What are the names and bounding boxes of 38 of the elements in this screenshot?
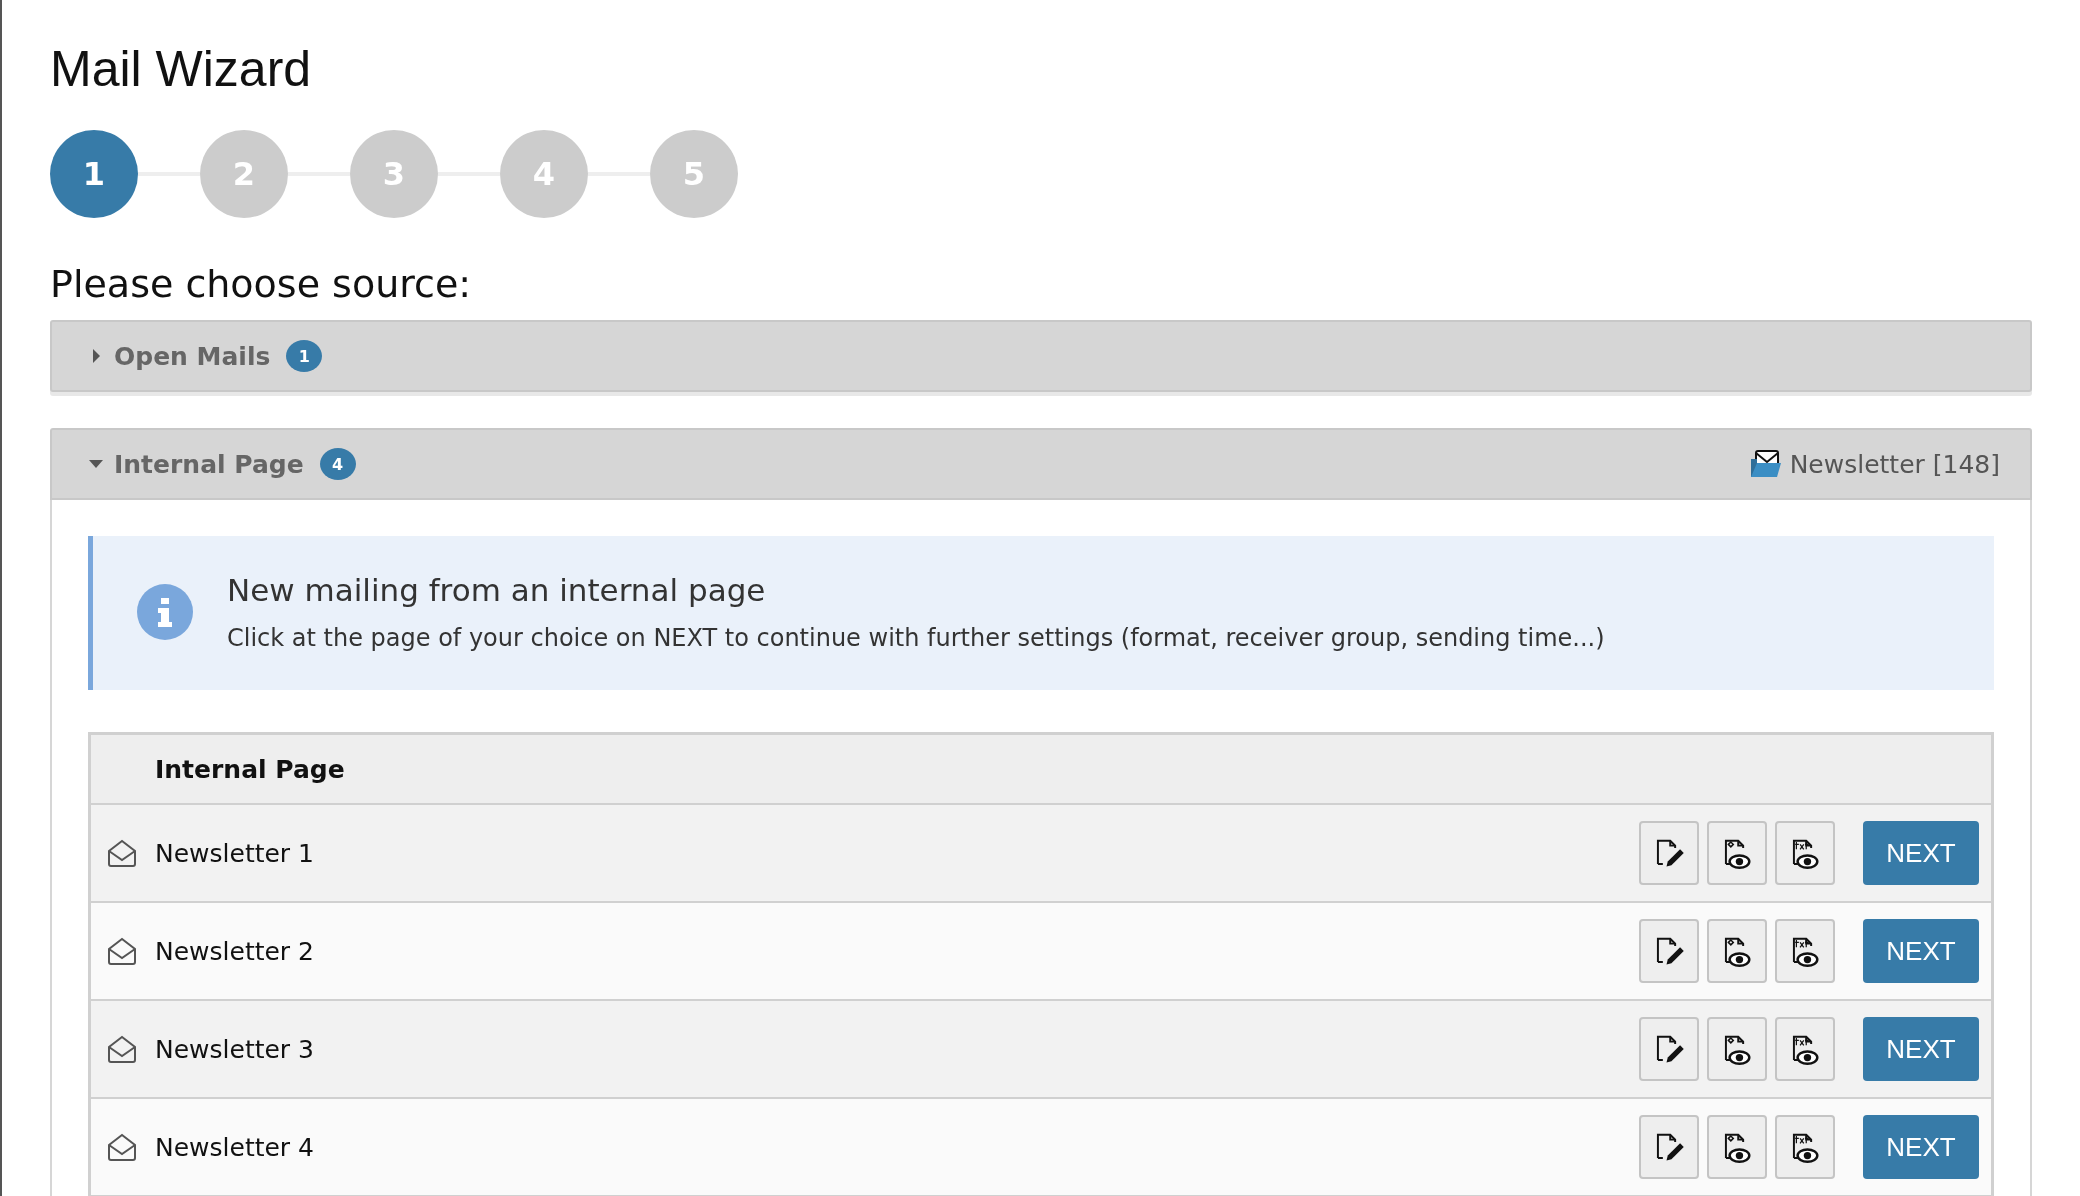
count-badge: 1 [286, 340, 323, 372]
preview-button[interactable] [1707, 919, 1767, 983]
preview-button[interactable] [1707, 1017, 1767, 1081]
page-title: Mail Wizard [50, 40, 313, 98]
section-title: Open Mails [114, 341, 271, 371]
edit-button[interactable] [1639, 919, 1699, 983]
column-header: Internal Page [91, 735, 1991, 805]
step-circle[interactable]: 1 [50, 130, 138, 218]
info-heading: New mailing from an internal page [227, 572, 767, 608]
envelope-icon [107, 937, 137, 965]
envelope-icon [107, 1133, 137, 1161]
text-preview-button[interactable] [1775, 1115, 1835, 1179]
preview-button[interactable] [1707, 1115, 1767, 1179]
next-button[interactable]: NEXT [1863, 1115, 1979, 1179]
info-text: Click at the page of your choice on NEXT to continue with further settings (format, receiver group, sending time...) [227, 624, 1605, 652]
envelope-icon [107, 839, 137, 867]
next-button[interactable]: NEXT [1863, 919, 1979, 983]
edit-button[interactable] [1639, 1115, 1699, 1179]
preview-button[interactable] [1707, 821, 1767, 885]
count-badge: 4 [319, 448, 356, 480]
text-preview-button[interactable] [1775, 821, 1835, 885]
envelope-icon [107, 1035, 137, 1063]
section-title: Internal Page [114, 449, 304, 479]
page-name: Newsletter 3 [155, 1034, 315, 1064]
text-preview-button[interactable] [1775, 919, 1835, 983]
accordion-header[interactable]: Internal Page 4 Newsletter [148] [50, 428, 2032, 500]
next-button[interactable]: NEXT [1863, 1017, 1979, 1081]
page-name: Newsletter 4 [155, 1132, 315, 1162]
prompt-text: Please choose source: [50, 262, 473, 306]
next-button[interactable]: NEXT [1863, 821, 1979, 885]
list-label: Newsletter [148] [1789, 449, 2000, 479]
envelope-folder-icon [1749, 449, 1782, 479]
page-name: Newsletter 2 [155, 936, 315, 966]
edit-button[interactable] [1639, 821, 1699, 885]
text-preview-button[interactable] [1775, 1017, 1835, 1081]
page-name: Newsletter 1 [155, 838, 315, 868]
edit-button[interactable] [1639, 1017, 1699, 1081]
info-icon [137, 584, 193, 640]
